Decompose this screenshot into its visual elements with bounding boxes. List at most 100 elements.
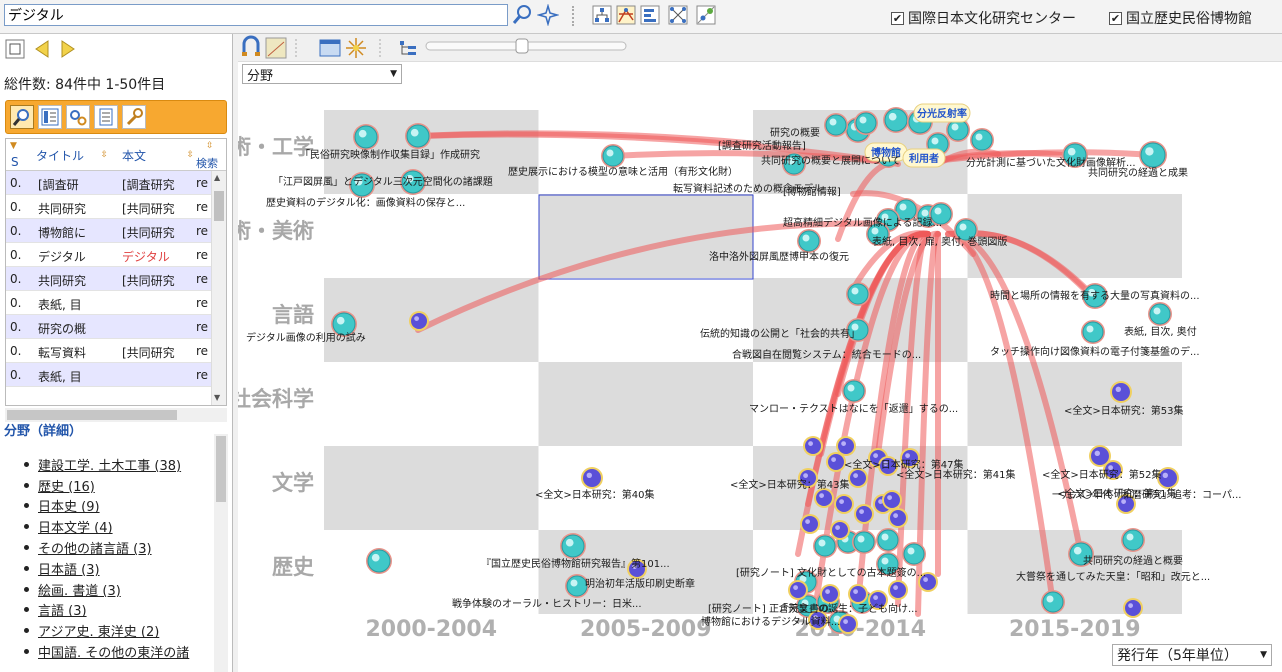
node-label[interactable]: 大嘗祭を通してみた天皇：「昭和」改元と...: [1016, 570, 1210, 583]
scroll-down-icon[interactable]: ▼: [214, 393, 220, 402]
node-label[interactable]: <全文>日本研究：第41集: [896, 468, 1015, 481]
node-label[interactable]: 「江戸図屏風」とデジタル三次元空間化の諸課題: [273, 175, 493, 188]
node-label[interactable]: <全文>日本研究：第40集: [535, 488, 654, 501]
scatter-layout-icon[interactable]: [694, 3, 718, 27]
node-label[interactable]: マンロー・テクストはなにを「返還」するの...: [749, 403, 958, 415]
node-label[interactable]: 歴史資料のデジタル化：画像資料の保存と...: [266, 196, 465, 209]
facet-item[interactable]: 日本語 (3): [24, 558, 214, 579]
document-node-core: [850, 470, 866, 486]
source-checkbox-rekihaku[interactable]: ✔ 国立歴史民俗博物館: [1109, 8, 1252, 28]
node-highlight: [853, 589, 858, 594]
node-label[interactable]: <全文>日本研究：第43集: [730, 478, 849, 491]
select-all-icon[interactable]: [5, 39, 25, 59]
node-label[interactable]: 合戦図自在閲覧システム：統合モードの...: [732, 348, 921, 361]
sparkle-icon[interactable]: [536, 3, 560, 27]
document-node-core: [411, 313, 427, 329]
facet-link[interactable]: アジア史. 東洋史 (2): [38, 621, 159, 640]
source-checkbox-nichibunken[interactable]: ✔ 国際日本文化研究センター: [891, 8, 1076, 28]
node-label[interactable]: 「民俗研究映像制作収集目録」作成研究: [300, 148, 480, 161]
table-row[interactable]: 0. 表紙, 目 re: [6, 291, 212, 315]
node-label[interactable]: 時間と場所の情報を有する大量の写真資料の...: [990, 289, 1200, 302]
facet-link[interactable]: 日本文学 (4): [38, 517, 113, 536]
node-label[interactable]: 共同研究の経過と概要: [1083, 554, 1183, 567]
facet-scrollbar[interactable]: [214, 434, 228, 672]
table-row[interactable]: 0. 共同研究 [共同研究 re: [6, 195, 212, 219]
facet-item[interactable]: 歴史 (16): [24, 475, 214, 496]
facet-item[interactable]: 日本文学 (4): [24, 516, 214, 537]
scroll-thumb[interactable]: [7, 410, 177, 420]
document-tab-icon[interactable]: [94, 105, 118, 129]
column-header-body[interactable]: 本文 ⇳: [122, 139, 194, 171]
node-label[interactable]: 共同研究の経過と成果: [1088, 166, 1188, 179]
table-row[interactable]: 0. 転写資料 [共同研究 re: [6, 339, 212, 363]
facet-link[interactable]: 日本語 (3): [38, 559, 100, 578]
facet-link[interactable]: 絵画. 書道 (3): [38, 580, 121, 599]
node-label[interactable]: 表紙, 目次, 奥付: [1124, 325, 1197, 338]
table-vertical-scrollbar[interactable]: ▲ ▼: [211, 171, 226, 405]
table-row[interactable]: 0. [調査研 [調査研究 re: [6, 171, 212, 195]
node-label[interactable]: 『国立歴史民俗博物館研究報告』第101...: [481, 557, 670, 570]
column-header-s[interactable]: ▼ S: [10, 139, 24, 171]
node-highlight: [802, 234, 810, 242]
facet-link[interactable]: 建設工学. 土木工事 (38): [38, 455, 181, 474]
year-select[interactable]: 発行年（5年単位） ▼: [1112, 644, 1272, 666]
node-label[interactable]: 明治初年活版印刷史断章: [585, 577, 695, 590]
column-header-search[interactable]: 検索 ⇳: [196, 139, 222, 171]
scroll-up-icon[interactable]: ▲: [214, 173, 220, 182]
facet-item[interactable]: その他の諸言語 (3): [24, 537, 214, 558]
next-page-icon[interactable]: [61, 40, 75, 58]
node-label[interactable]: 一九六〇年代「和暦研究」追考：コーパ...: [1052, 488, 1241, 501]
node-label[interactable]: 歴史展示における模型の意味と活用（有形文化財）: [508, 165, 738, 178]
facet-link[interactable]: 言語 (3): [38, 600, 87, 619]
gears-tab-icon[interactable]: [66, 105, 90, 129]
facet-item[interactable]: 日本史 (9): [24, 496, 214, 517]
search-tab-icon[interactable]: [10, 105, 34, 129]
prev-page-icon[interactable]: [35, 40, 49, 58]
table-row[interactable]: 0. 博物館に [共同研究 re: [6, 219, 212, 243]
facet-link[interactable]: その他の諸言語 (3): [38, 538, 152, 557]
facet-item[interactable]: 言語 (3): [24, 600, 214, 621]
node-label[interactable]: 洛中洛外図屏風歴博甲本の復元: [709, 250, 849, 263]
facet-link[interactable]: 歴史 (16): [38, 476, 95, 495]
facet-item[interactable]: アジア史. 東洋史 (2): [24, 620, 214, 641]
node-label[interactable]: 「天皇」の誕生：子ども向け...: [778, 602, 918, 615]
row-title: デジタル: [38, 250, 86, 264]
node-label[interactable]: 表紙, 目次, 扉, 奥付, 巻頭図版: [872, 235, 1007, 248]
table-row[interactable]: 0. 研究の概 re: [6, 315, 212, 339]
cluster-layout-icon[interactable]: [666, 3, 690, 27]
table-row[interactable]: 0. 表紙, 目 re: [6, 363, 212, 387]
node-label[interactable]: 博物館におけるデジタル資料...: [701, 615, 840, 628]
node-label[interactable]: <全文>日本研究：第53集: [1064, 404, 1183, 417]
node-label[interactable]: [博物館情報]: [783, 185, 841, 198]
node-label[interactable]: 超高精細デジタル画像による記録...: [783, 216, 942, 229]
node-label[interactable]: 伝統的知識の公開と「社会的共有」: [700, 327, 860, 340]
table-row[interactable]: 0. デジタル デジタル re: [6, 243, 212, 267]
node-label[interactable]: [研究ノート] 文化財としての古本題簽の...: [736, 566, 926, 579]
node-label[interactable]: 共同研究の概要と展開について: [761, 154, 901, 167]
node-label[interactable]: デジタル画像の利用の試み: [246, 331, 366, 344]
scroll-thumb[interactable]: [214, 191, 224, 221]
facet-link[interactable]: 中国語. その他の東洋の諸: [38, 642, 189, 661]
list-tab-icon[interactable]: [38, 105, 62, 129]
wrench-tab-icon[interactable]: [122, 105, 146, 129]
facet-item[interactable]: 中国語. その他の東洋の諸: [24, 641, 214, 662]
node-label[interactable]: [調査研究活動報告]: [718, 139, 806, 152]
facet-link[interactable]: 日本史 (9): [38, 496, 100, 515]
node-label[interactable]: 研究の概要: [770, 126, 820, 139]
network-layout-icon[interactable]: [614, 3, 638, 27]
search-input[interactable]: [4, 4, 508, 26]
bar-layout-icon[interactable]: [638, 3, 662, 27]
scroll-thumb[interactable]: [216, 436, 226, 502]
node-highlight: [1145, 147, 1154, 156]
table-row[interactable]: 0. 共同研究 [共同研究 re: [6, 267, 212, 291]
node-label[interactable]: 戦争体験のオーラル・ヒストリー：日米...: [452, 597, 642, 610]
tree-layout-icon[interactable]: [590, 3, 614, 27]
facet-item[interactable]: 絵画. 書道 (3): [24, 579, 214, 600]
keyword-label: 分光反射率: [917, 107, 967, 120]
column-header-title[interactable]: タイトル ⇳: [36, 139, 108, 171]
node-label[interactable]: タッチ操作向け図像資料の電子付箋基盤のデ...: [990, 345, 1200, 358]
search-icon[interactable]: [510, 3, 534, 27]
facet-item[interactable]: 建設工学. 土木工事 (38): [24, 454, 214, 475]
document-node-core: [1149, 303, 1171, 325]
node-label[interactable]: <全文>日本研究：第52集: [1042, 468, 1161, 481]
